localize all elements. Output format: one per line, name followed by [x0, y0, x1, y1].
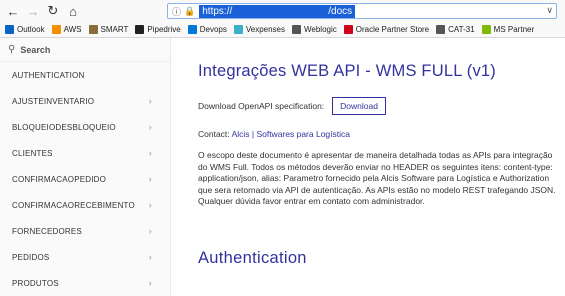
sidebar-item-authentication[interactable]: AUTHENTICATION [0, 62, 170, 88]
reload-icon[interactable]: ↻ [43, 1, 63, 21]
bookmark-label: SMART [100, 25, 129, 34]
bookmark-item[interactable]: AWS [51, 25, 82, 34]
download-row: Download OpenAPI specification: Download [198, 97, 558, 115]
main-content: Integrações WEB API - WMS FULL (v1) Down… [198, 38, 558, 208]
sidebar-item-label: PRODUTOS [12, 278, 59, 288]
outlook-icon [5, 25, 14, 34]
description: O escopo deste documento é apresentar de… [198, 150, 556, 206]
chevron-right-icon: › [148, 252, 152, 262]
bookmark-label: Vexpenses [245, 25, 285, 34]
sidebar-item-produtos[interactable]: PRODUTOS › [0, 270, 170, 296]
chevron-right-icon: › [148, 122, 152, 132]
microsoft-icon [481, 25, 491, 34]
bookmark-item[interactable]: Outlook [5, 25, 45, 34]
url-text[interactable]: https:// /docs [199, 4, 356, 18]
devops-icon [187, 25, 197, 34]
sidebar: ⚲ Search AUTHENTICATION AJUSTEINVENTARIO ›… [0, 38, 171, 296]
sidebar-item-label: CONFIRMACAOPEDIDO [12, 174, 107, 184]
bookmark-item[interactable]: CAT-31 [436, 25, 475, 34]
search-label: Search [20, 44, 51, 55]
bookmark-item[interactable]: SMART [88, 25, 129, 34]
cat-icon [436, 25, 446, 34]
search-box[interactable]: ⚲ Search [0, 38, 170, 62]
chevron-right-icon: › [148, 226, 152, 236]
download-text: Download OpenAPI specification: [198, 101, 325, 111]
bookmark-label: Weblogic [304, 25, 337, 34]
chevron-right-icon: › [148, 148, 152, 158]
section-title-authentication: Authentication [198, 249, 307, 267]
contact-link[interactable]: Alcis | Softwares para Logística [232, 129, 350, 139]
sidebar-item-ajusteinventario[interactable]: AJUSTEINVENTARIO › [0, 88, 170, 114]
sidebar-item-label: AJUSTEINVENTARIO [12, 96, 95, 106]
chevron-right-icon: › [148, 96, 152, 106]
url-path: /docs [328, 5, 353, 17]
sidebar-item-pedidos[interactable]: PEDIDOS › [0, 244, 170, 270]
bookmark-item[interactable]: Weblogic [292, 25, 337, 34]
sidebar-item-label: BLOQUEIODESBLOQUEIO [12, 122, 116, 132]
aws-icon [51, 25, 61, 34]
chevron-right-icon: › [148, 200, 152, 210]
bookmarks-bar: Outlook AWS SMART Pipedrive Devops Vexpenses W… [0, 22, 565, 38]
bookmark-label: CAT-31 [448, 25, 475, 34]
info-icon[interactable]: ⓘ [172, 5, 181, 18]
sidebar-item-label: FORNECEDORES [12, 226, 82, 236]
url-protocol: https:// [202, 5, 233, 17]
search-icon: ⚲ [8, 44, 16, 55]
home-icon[interactable]: ⌂ [63, 1, 83, 21]
bookmark-item[interactable]: Devops [187, 25, 227, 34]
back-icon[interactable]: ← [3, 1, 23, 21]
smart-icon [88, 25, 98, 34]
chevron-right-icon: › [148, 174, 152, 184]
bookmark-item[interactable]: Pipedrive [135, 25, 181, 34]
globe-icon [292, 25, 301, 34]
contact-row: Contact: Alcis | Softwares para Logístic… [198, 129, 558, 139]
sidebar-item-bloqueiodesbloqueio[interactable]: BLOQUEIODESBLOQUEIO › [0, 114, 170, 140]
bookmark-label: Pipedrive [147, 25, 181, 34]
bookmark-label: Oracle Partner Store [355, 25, 430, 34]
bookmark-item[interactable]: MS Partner [481, 25, 535, 34]
download-button[interactable]: Download [332, 97, 386, 115]
bookmark-label: MS Partner [493, 25, 535, 34]
lock-icon: 🔒 [184, 5, 196, 16]
chevron-down-icon[interactable]: ∨ [546, 5, 553, 16]
sidebar-item-label: CONFIRMACAORECEBIMENTO [12, 200, 135, 210]
sidebar-item-fornecedores[interactable]: FORNECEDORES › [0, 218, 170, 244]
sidebar-item-label: PEDIDOS [12, 252, 50, 262]
bookmark-item[interactable]: Vexpenses [233, 25, 285, 34]
sidebar-item-confirmacaopedido[interactable]: CONFIRMACAOPEDIDO › [0, 166, 170, 192]
oracle-icon [343, 25, 353, 34]
bookmark-label: Outlook [17, 25, 45, 34]
pipedrive-icon [135, 25, 145, 34]
sidebar-item-label: CLIENTES [12, 148, 53, 158]
bookmark-label: AWS [63, 25, 82, 34]
browser-toolbar: ← → ↻ ⌂ ⓘ 🔒 https:// /docs ∨ [0, 0, 565, 22]
sidebar-item-confirmacaorecebimento[interactable]: CONFIRMACAORECEBIMENTO › [0, 192, 170, 218]
bookmark-label: Devops [199, 25, 227, 34]
page-title: Integrações WEB API - WMS FULL (v1) [198, 62, 496, 80]
url-bar[interactable]: ⓘ 🔒 https:// /docs ∨ [167, 3, 557, 19]
bookmark-item[interactable]: Oracle Partner Store [343, 25, 430, 34]
forward-icon[interactable]: → [23, 1, 43, 21]
vexpenses-icon [233, 25, 243, 34]
contact-label: Contact: [198, 129, 230, 139]
sidebar-menu: AUTHENTICATION AJUSTEINVENTARIO › BLOQUEIOD… [0, 62, 170, 296]
chevron-right-icon: › [148, 278, 152, 288]
sidebar-item-label: AUTHENTICATION [12, 70, 85, 80]
sidebar-item-clientes[interactable]: CLIENTES › [0, 140, 170, 166]
